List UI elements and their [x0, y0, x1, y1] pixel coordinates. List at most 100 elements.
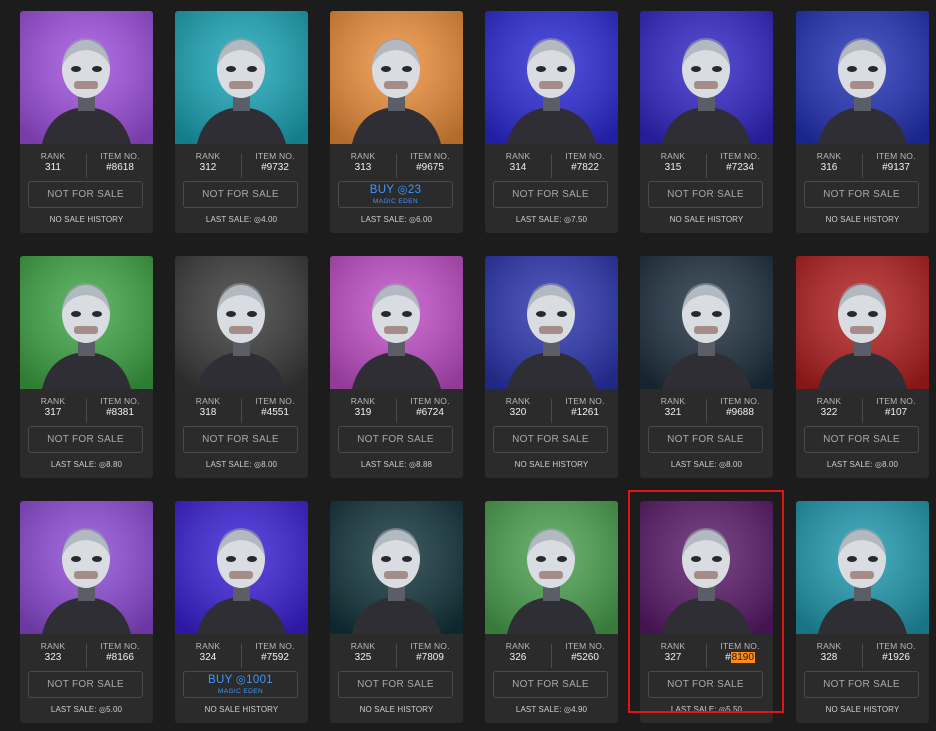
- not-for-sale-button[interactable]: NOT FOR SALE: [493, 671, 608, 698]
- buy-price: BUY ◎23: [369, 184, 422, 196]
- not-for-sale-button[interactable]: NOT FOR SALE: [338, 426, 453, 453]
- rank-label: RANK: [816, 396, 842, 406]
- not-for-sale-button[interactable]: NOT FOR SALE: [804, 671, 919, 698]
- rank-label: RANK: [505, 396, 531, 406]
- nft-image[interactable]: [640, 256, 773, 389]
- nft-image[interactable]: [485, 11, 618, 144]
- not-for-sale-button[interactable]: NOT FOR SALE: [28, 671, 143, 698]
- nft-card[interactable]: RANK 317 ITEM NO. #8381 NOT FOR SALE LAST …: [20, 256, 153, 478]
- sale-history: NO SALE HISTORY: [825, 705, 900, 714]
- not-for-sale-button[interactable]: NOT FOR SALE: [493, 426, 608, 453]
- nft-card[interactable]: RANK 326 ITEM NO. #5260 NOT FOR SALE LAST …: [485, 501, 618, 723]
- sale-history: NO SALE HISTORY: [204, 705, 279, 714]
- sale-history: LAST SALE: ◎7.50: [515, 215, 588, 224]
- rank-label: RANK: [40, 641, 66, 651]
- not-for-sale-button[interactable]: NOT FOR SALE: [338, 671, 453, 698]
- rank-label: RANK: [350, 151, 376, 161]
- not-for-sale-button[interactable]: NOT FOR SALE: [804, 181, 919, 208]
- nft-image[interactable]: [330, 501, 463, 634]
- item-no-value: #9675: [416, 162, 444, 173]
- nft-card-selected[interactable]: RANK 327 ITEM NO. #8190 NOT FOR SALE LAST …: [640, 501, 773, 723]
- nft-card[interactable]: RANK 321 ITEM NO. #9688 NOT FOR SALE LAST …: [640, 256, 773, 478]
- card-meta: RANK 325 ITEM NO. #7809: [330, 641, 463, 671]
- nft-image[interactable]: [640, 501, 773, 634]
- nft-card[interactable]: RANK 311 ITEM NO. #8618 NOT FOR SALE NO SA…: [20, 11, 153, 233]
- not-for-sale-button[interactable]: NOT FOR SALE: [648, 181, 763, 208]
- nft-image[interactable]: [330, 256, 463, 389]
- nft-image[interactable]: [796, 11, 929, 144]
- nft-image[interactable]: [20, 256, 153, 389]
- rank-label: RANK: [195, 151, 221, 161]
- item-no-value: #8381: [106, 407, 134, 418]
- nft-image[interactable]: [175, 256, 308, 389]
- item-no-value: #6724: [416, 407, 444, 418]
- item-no-label: ITEM NO.: [565, 641, 605, 651]
- not-for-sale-button[interactable]: NOT FOR SALE: [493, 181, 608, 208]
- card-meta: RANK 315 ITEM NO. #7234: [640, 151, 773, 181]
- card-meta: RANK 317 ITEM NO. #8381: [20, 396, 153, 426]
- sale-history: LAST SALE: ◎4.00: [205, 215, 278, 224]
- rank-value: 326: [509, 652, 527, 663]
- nft-card[interactable]: RANK 319 ITEM NO. #6724 NOT FOR SALE LAST …: [330, 256, 463, 478]
- rank-label: RANK: [660, 641, 686, 651]
- item-no-label: ITEM NO.: [100, 396, 140, 406]
- nft-image[interactable]: [20, 11, 153, 144]
- rank-value: 324: [199, 652, 217, 663]
- not-for-sale-button[interactable]: NOT FOR SALE: [648, 671, 763, 698]
- nft-card[interactable]: RANK 312 ITEM NO. #9732 NOT FOR SALE LAST …: [175, 11, 308, 233]
- rank-label: RANK: [40, 396, 66, 406]
- sale-history: LAST SALE: ◎8.00: [826, 460, 899, 469]
- item-no-label: ITEM NO.: [720, 641, 760, 651]
- nft-card[interactable]: RANK 322 ITEM NO. #107 NOT FOR SALE LAST S…: [796, 256, 929, 478]
- nft-card[interactable]: RANK 313 ITEM NO. #9675 BUY ◎23 MAGIC EDEN…: [330, 11, 463, 233]
- item-no-value: #7234: [726, 162, 754, 173]
- rank-value: 318: [199, 407, 217, 418]
- nft-card[interactable]: RANK 318 ITEM NO. #4551 NOT FOR SALE LAST …: [175, 256, 308, 478]
- card-meta: RANK 323 ITEM NO. #8166: [20, 641, 153, 671]
- not-for-sale-button[interactable]: NOT FOR SALE: [28, 426, 143, 453]
- card-meta: RANK 328 ITEM NO. #1926: [796, 641, 929, 671]
- item-no-value: #7809: [416, 652, 444, 663]
- rank-value: 319: [354, 407, 372, 418]
- nft-image[interactable]: [640, 11, 773, 144]
- not-for-sale-button[interactable]: NOT FOR SALE: [183, 181, 298, 208]
- nft-image[interactable]: [796, 256, 929, 389]
- item-no-value: #8166: [106, 652, 134, 663]
- card-meta: RANK 326 ITEM NO. #5260: [485, 641, 618, 671]
- nft-card[interactable]: RANK 324 ITEM NO. #7592 BUY ◎1001 MAGIC ED…: [175, 501, 308, 723]
- nft-card[interactable]: RANK 316 ITEM NO. #9137 NOT FOR SALE NO SA…: [796, 11, 929, 233]
- nft-card[interactable]: RANK 314 ITEM NO. #7822 NOT FOR SALE LAST …: [485, 11, 618, 233]
- nft-image[interactable]: [485, 501, 618, 634]
- nft-image[interactable]: [485, 256, 618, 389]
- nft-card[interactable]: RANK 325 ITEM NO. #7809 NOT FOR SALE NO SA…: [330, 501, 463, 723]
- item-no-value: #9732: [261, 162, 289, 173]
- not-for-sale-button[interactable]: NOT FOR SALE: [183, 426, 298, 453]
- rank-value: 311: [45, 162, 61, 173]
- card-meta: RANK 324 ITEM NO. #7592: [175, 641, 308, 671]
- nft-image[interactable]: [175, 11, 308, 144]
- nft-card[interactable]: RANK 323 ITEM NO. #8166 NOT FOR SALE LAST …: [20, 501, 153, 723]
- card-meta: RANK 322 ITEM NO. #107: [796, 396, 929, 426]
- sale-history: NO SALE HISTORY: [825, 215, 900, 224]
- rank-value: 322: [820, 407, 838, 418]
- nft-image[interactable]: [330, 11, 463, 144]
- buy-button[interactable]: BUY ◎23 MAGIC EDEN: [338, 181, 453, 208]
- not-for-sale-button[interactable]: NOT FOR SALE: [804, 426, 919, 453]
- rank-value: 312: [199, 162, 217, 173]
- buy-button[interactable]: BUY ◎1001 MAGIC EDEN: [183, 671, 298, 698]
- sale-history: NO SALE HISTORY: [49, 215, 124, 224]
- nft-image[interactable]: [796, 501, 929, 634]
- not-for-sale-button[interactable]: NOT FOR SALE: [648, 426, 763, 453]
- item-no-label: ITEM NO.: [876, 151, 916, 161]
- not-for-sale-button[interactable]: NOT FOR SALE: [28, 181, 143, 208]
- nft-card[interactable]: RANK 320 ITEM NO. #1261 NOT FOR SALE NO SA…: [485, 256, 618, 478]
- item-no-label: ITEM NO.: [410, 151, 450, 161]
- nft-card[interactable]: RANK 328 ITEM NO. #1926 NOT FOR SALE NO SA…: [796, 501, 929, 723]
- sale-history: LAST SALE: ◎5.00: [50, 705, 123, 714]
- card-meta: RANK 319 ITEM NO. #6724: [330, 396, 463, 426]
- item-no-value: #1926: [882, 652, 910, 663]
- buy-price: BUY ◎1001: [208, 674, 273, 686]
- nft-card[interactable]: RANK 315 ITEM NO. #7234 NOT FOR SALE NO SA…: [640, 11, 773, 233]
- nft-image[interactable]: [175, 501, 308, 634]
- nft-image[interactable]: [20, 501, 153, 634]
